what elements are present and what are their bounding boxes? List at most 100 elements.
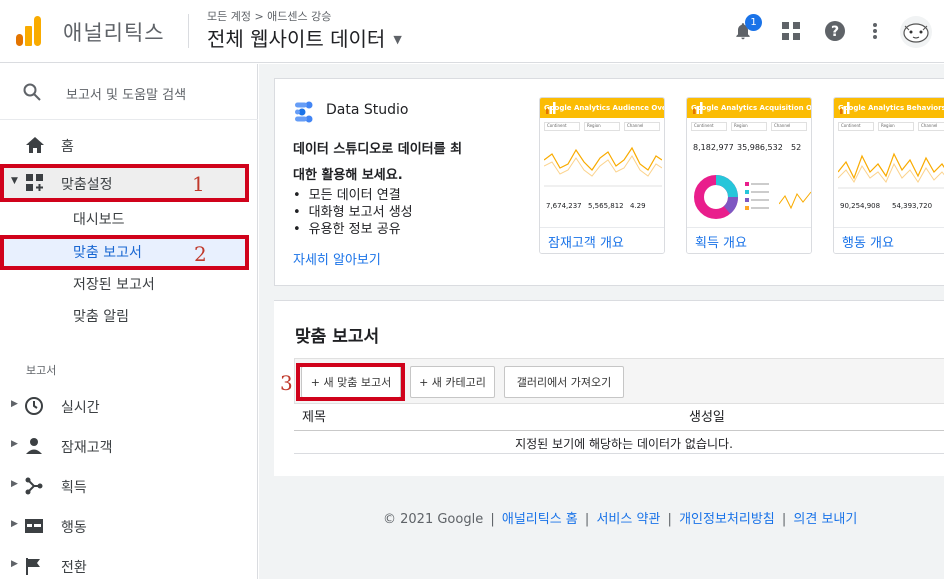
more-vert-icon[interactable] — [863, 19, 887, 43]
footer-link-feedback[interactable]: 의견 보내기 — [793, 512, 857, 527]
filter-chip: Channel — [771, 122, 807, 131]
notification-badge: 1 — [745, 14, 762, 31]
kpi-value: 7,674,237 — [546, 202, 582, 210]
acquisition-overview-template[interactable]: Google Analytics Acquisition Overview Co… — [686, 97, 812, 254]
template-header: Google Analytics Behaviors Overview — [834, 98, 944, 118]
footer-separator: | — [781, 512, 787, 527]
sidebar-item-behavior[interactable]: ▶ 행동 — [0, 509, 258, 543]
thumbnail-donut-chart — [694, 175, 739, 219]
behavior-overview-template[interactable]: Google Analytics Behaviors Overview Cont… — [833, 97, 944, 254]
property-name: 전체 웹사이트 데이터 — [207, 27, 386, 51]
filter-chips: Continent Region Channel — [544, 122, 660, 131]
filter-chip: Continent — [838, 122, 874, 131]
help-icon[interactable]: ? — [823, 19, 847, 43]
analytics-logo-icon[interactable] — [14, 14, 44, 48]
column-header-created[interactable]: 생성일 — [689, 406, 725, 425]
sidebar-item-label: 행동 — [61, 520, 87, 536]
acquisition-icon — [25, 477, 43, 495]
footer-link-analytics-home[interactable]: 애널리틱스 홈 — [502, 512, 578, 527]
annotation-number-1: 1 — [192, 172, 205, 196]
import-from-gallery-button[interactable]: 갤러리에서 가져오기 — [504, 366, 624, 398]
datastudio-feature-list: 모든 데이터 연결 대화형 보고서 생성 유용한 정보 공유 — [293, 187, 413, 238]
home-icon — [26, 137, 44, 153]
annotation-number-3: 3 — [280, 371, 293, 395]
template-title: Google Analytics Acquisition Overview — [691, 104, 812, 112]
datastudio-description: 데이터 스튜디오로 데이터를 최 대한 활용해 보세요. — [293, 137, 493, 189]
sidebar-item-home[interactable]: 홈 — [0, 130, 258, 162]
template-header: Google Analytics Acquisition Overview — [687, 98, 812, 118]
svg-text:?: ? — [831, 24, 839, 40]
sidebar-item-label: 홈 — [61, 139, 74, 155]
kpi-value: 5,565,812 — [588, 202, 624, 210]
expand-arrow-icon: ▶ — [11, 559, 18, 569]
sidebar-item-label: 실시간 — [61, 400, 100, 416]
filter-chip: Channel — [918, 122, 944, 131]
filter-chip: Continent — [544, 122, 580, 131]
table-empty-message: 지정된 보기에 해당하는 데이터가 없습니다. — [294, 431, 944, 454]
sidebar-item-label: 잠재고객 — [61, 440, 113, 456]
apps-icon[interactable] — [779, 19, 803, 43]
template-caption: 잠재고객 개요 — [540, 227, 664, 253]
template-caption: 획득 개요 — [687, 227, 811, 253]
analytics-logo-icon — [546, 102, 556, 114]
reports-heading: 보고서 — [26, 364, 57, 377]
thumbnail-line-chart — [544, 146, 662, 187]
sidebar-item-realtime[interactable]: ▶ 실시간 — [0, 389, 258, 423]
search-icon — [23, 83, 41, 101]
kpi-value: 4.29 — [630, 202, 646, 210]
filter-chips: Continent Region Channel — [691, 122, 807, 131]
kpi-value: 54,393,720 — [892, 202, 933, 210]
new-category-button[interactable]: + 새 카테고리 — [410, 366, 495, 398]
expand-arrow-icon: ▶ — [11, 519, 18, 529]
clock-icon — [25, 397, 43, 415]
learn-more-link[interactable]: 자세히 알아보기 — [293, 249, 381, 268]
sidebar-item-audience[interactable]: ▶ 잠재고객 — [0, 429, 258, 463]
sidebar-item-custom-alerts[interactable]: 맞춤 알림 — [73, 306, 129, 326]
list-item: 대화형 보고서 생성 — [293, 204, 413, 221]
expand-arrow-icon: ▶ — [11, 439, 18, 449]
filter-chip: Region — [731, 122, 767, 131]
sidebar-item-acquisition[interactable]: ▶ 획득 — [0, 469, 258, 503]
filter-chip: Continent — [691, 122, 727, 131]
sidebar-item-saved-reports[interactable]: 저장된 보고서 — [73, 274, 155, 294]
template-caption: 행동 개요 — [834, 227, 944, 253]
expand-arrow-icon: ▶ — [11, 479, 18, 489]
footer: © 2021 Google | 애널리틱스 홈 | 서비스 약관 | 개인정보처… — [383, 508, 857, 527]
filter-chip: Region — [584, 122, 620, 131]
list-item: 유용한 정보 공유 — [293, 221, 413, 238]
dropdown-arrow-icon: ▼ — [393, 33, 402, 46]
kpi-value: 8,182,977 — [693, 143, 734, 152]
avatar[interactable] — [900, 16, 932, 48]
audience-overview-template[interactable]: Google Analytics Audience Overview Conti… — [539, 97, 665, 254]
thumbnail-line-chart — [838, 152, 944, 189]
thumbnail-line-chart — [779, 191, 811, 210]
template-header: Google Analytics Audience Overview — [540, 98, 664, 118]
kpi-value: 90,254,908 — [840, 202, 881, 210]
copyright: © 2021 Google — [383, 512, 484, 527]
sidebar-search[interactable]: 보고서 및 도움말 검색 — [0, 64, 258, 120]
page-title: 맞춤 보고서 — [295, 327, 380, 347]
datastudio-logo-icon — [295, 101, 313, 123]
column-header-title[interactable]: 제목 — [302, 406, 326, 425]
annotation-box-2 — [0, 235, 249, 270]
top-header: 애널리틱스 모든 계정 > 애드센스 강승 전체 웹사이트 데이터 ▼ 1 ? — [0, 0, 944, 63]
sidebar-item-conversions[interactable]: ▶ 전환 — [0, 549, 258, 579]
filter-chip: Channel — [624, 122, 660, 131]
app-name[interactable]: 애널리틱스 — [63, 17, 165, 47]
sidebar-item-dashboards[interactable]: 대시보드 — [73, 209, 125, 229]
sidebar-item-label: 전환 — [61, 560, 87, 576]
person-icon — [26, 438, 42, 454]
annotation-number-2: 2 — [194, 242, 207, 266]
expand-arrow-icon: ▶ — [11, 399, 18, 409]
datastudio-desc-line2: 대한 활용해 보세요. — [293, 168, 403, 183]
header-divider — [188, 14, 189, 48]
list-item: 모든 데이터 연결 — [293, 187, 413, 204]
property-selector[interactable]: 전체 웹사이트 데이터 ▼ — [207, 23, 402, 52]
footer-link-terms[interactable]: 서비스 약관 — [596, 512, 660, 527]
footer-separator: | — [667, 512, 672, 527]
footer-link-privacy[interactable]: 개인정보처리방침 — [679, 512, 775, 527]
reports-table-header — [294, 404, 944, 431]
kpi-value: 35,986,532 — [737, 143, 783, 152]
datastudio-name: Data Studio — [326, 102, 409, 118]
breadcrumb[interactable]: 모든 계정 > 애드센스 강승 — [207, 8, 331, 24]
